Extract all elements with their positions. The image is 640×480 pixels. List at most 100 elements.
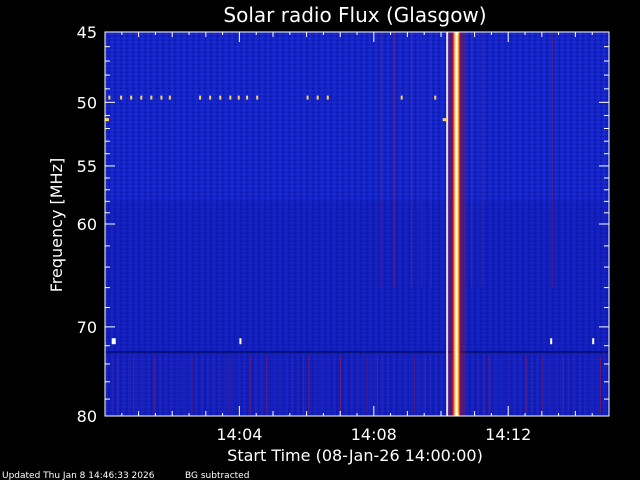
background-striation [313, 355, 315, 414]
spectrogram-chart: 45 50 55 60 70 80 14:04 14:08 14:12 Solar radio … [2, 3, 610, 480]
burst-edge-line [446, 32, 449, 416]
background-striation [552, 355, 554, 414]
footer-bg-note: BG subtracted [185, 471, 249, 480]
background-striation [276, 355, 278, 414]
background-striation [467, 355, 469, 414]
background-striation [573, 355, 575, 414]
x-tick-label: 14:04 [216, 425, 262, 444]
background-striation [318, 355, 320, 414]
background-striation [531, 355, 533, 414]
interference-dot [434, 95, 437, 100]
background-striation [159, 355, 161, 414]
background-striation [536, 355, 538, 414]
background-striation [297, 355, 299, 414]
weak-emission-line [393, 32, 395, 288]
interference-dot [246, 95, 249, 100]
bright-marker [111, 338, 116, 345]
background-striation [302, 355, 304, 414]
background-striation [329, 355, 331, 414]
background-striation [175, 355, 177, 414]
background-striation [366, 355, 368, 414]
background-striation [207, 355, 209, 414]
background-striation [133, 355, 135, 414]
background-striation [239, 355, 241, 414]
background-striation [138, 355, 140, 414]
background-striation [408, 355, 410, 414]
background-striation [149, 355, 151, 414]
interference-dot [209, 95, 212, 100]
interference-dot [199, 95, 202, 100]
horizontal-band-line [105, 351, 609, 353]
background-striation [525, 355, 527, 414]
bright-marker [239, 338, 242, 345]
x-axis-label: Start Time (08-Jan-26 14:00:00) [227, 446, 483, 465]
interference-dot [400, 95, 403, 100]
interference-dot [140, 95, 143, 100]
background-striation [265, 355, 267, 414]
background-striation [414, 355, 416, 414]
background-striation [164, 355, 166, 414]
background-striation [589, 355, 591, 414]
burst-core [451, 32, 462, 416]
background-striation [472, 355, 474, 414]
y-axis-label: Frequency [MHz] [47, 158, 66, 292]
chart-title: Solar radio Flux (Glasgow) [223, 3, 486, 27]
weak-emission-line [380, 32, 382, 288]
background-striation [393, 355, 395, 414]
background-striation [488, 355, 490, 414]
background-striation [483, 355, 485, 414]
interference-dot [229, 95, 232, 100]
background-striation [117, 355, 119, 414]
background-striation [477, 355, 479, 414]
interference-dot [130, 95, 133, 100]
background-striation [233, 355, 235, 414]
background-striation [255, 355, 257, 414]
weak-emission-line [481, 32, 483, 288]
background-striation [499, 355, 501, 414]
background-striation [350, 355, 352, 414]
background-striation [228, 355, 230, 414]
interference-dot [237, 95, 240, 100]
background-striation [371, 355, 373, 414]
background-striation [424, 355, 426, 414]
background-striation [435, 355, 437, 414]
background-striation [127, 355, 129, 414]
background-striation [154, 355, 156, 414]
background-striation [557, 355, 559, 414]
background-striation [546, 355, 548, 414]
background-striation [191, 355, 193, 414]
background-striation [387, 355, 389, 414]
bright-marker [550, 338, 553, 345]
background-striation [292, 355, 294, 414]
interference-dot [160, 95, 163, 100]
background-striation [334, 355, 336, 414]
background-striation [196, 355, 198, 414]
y-tick-label: 80 [77, 407, 97, 426]
interference-dot [168, 95, 171, 100]
interference-dot [150, 95, 153, 100]
weak-emission-line [420, 32, 422, 288]
background-striation [249, 355, 251, 414]
background-striation [578, 355, 580, 414]
background-striation [244, 355, 246, 414]
weak-emission-line [410, 32, 412, 288]
y-tick-label: 60 [77, 215, 97, 234]
background-striation [504, 355, 506, 414]
background-striation [281, 355, 283, 414]
background-striation [562, 355, 564, 414]
bright-marker [592, 338, 595, 345]
background-striation [509, 355, 511, 414]
background-striation [324, 355, 326, 414]
background-striation [186, 355, 188, 414]
background-striation [403, 355, 405, 414]
spectrogram-background-lower [105, 201, 609, 416]
interference-dot [306, 95, 309, 100]
interference-dot [219, 95, 222, 100]
background-striation [143, 355, 145, 414]
background-striation [377, 355, 379, 414]
background-striation [355, 355, 357, 414]
background-striation [541, 355, 543, 414]
background-striation [515, 355, 517, 414]
background-striation [594, 355, 596, 414]
background-striation [122, 355, 124, 414]
